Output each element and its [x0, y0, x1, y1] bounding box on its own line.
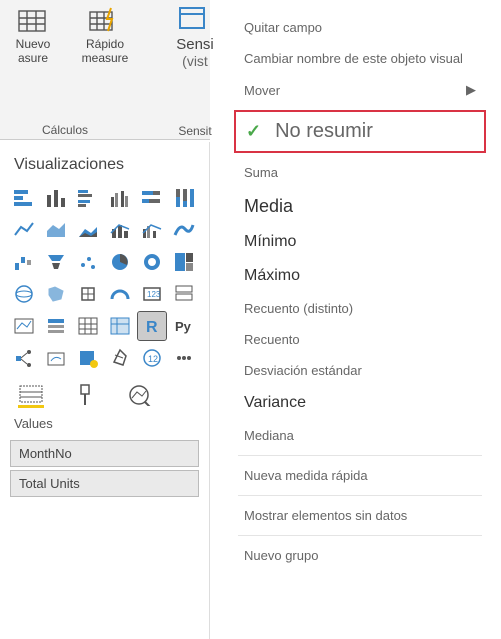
- check-icon: ✓: [246, 121, 261, 142]
- tab-fields[interactable]: [18, 386, 44, 408]
- menu-separator: [238, 495, 482, 496]
- quick-measure-label: Rápido: [86, 38, 124, 51]
- viz-100-bar-icon[interactable]: [138, 184, 166, 212]
- viz-decomposition-icon[interactable]: [42, 344, 70, 372]
- menu-separator: [238, 535, 482, 536]
- menu-variance[interactable]: Variance: [226, 386, 494, 420]
- viz-clustered-bar-icon[interactable]: [74, 184, 102, 212]
- viz-line-icon[interactable]: [10, 216, 38, 244]
- svg-text:R: R: [146, 319, 158, 336]
- grid-bolt-icon: [88, 6, 122, 36]
- viz-stacked-bar-icon[interactable]: [10, 184, 38, 212]
- viz-donut-icon[interactable]: [138, 248, 166, 276]
- menu-move[interactable]: Mover ▶: [226, 74, 494, 106]
- viz-arcgis-icon[interactable]: 12: [138, 344, 166, 372]
- tab-format[interactable]: [72, 386, 98, 408]
- quick-measure-sub: measure: [82, 51, 129, 65]
- menu-maximum[interactable]: Máximo: [226, 259, 494, 293]
- new-measure-button[interactable]: Nuevo asure: [4, 6, 62, 65]
- viz-kpi-icon[interactable]: [10, 312, 38, 340]
- menu-new-quick-measure[interactable]: Nueva medida rápida: [226, 460, 494, 491]
- sensitivity-sub: (vist: [182, 53, 208, 69]
- viz-title: Visualizaciones: [0, 142, 209, 184]
- viz-pie-icon[interactable]: [106, 248, 134, 276]
- menu-show-items-no-data[interactable]: Mostrar elementos sin datos: [226, 500, 494, 531]
- viz-type-grid: 123 R Py 12: [0, 184, 209, 372]
- quick-measure-button[interactable]: Rápido measure: [76, 6, 134, 65]
- viz-line-clustered-icon[interactable]: [138, 216, 166, 244]
- viz-line-column-icon[interactable]: [106, 216, 134, 244]
- viz-treemap-icon[interactable]: [170, 248, 198, 276]
- menu-count-distinct[interactable]: Recuento (distinto): [226, 293, 494, 324]
- viz-multirow-card-icon[interactable]: [170, 280, 198, 308]
- field-well-totalunits[interactable]: Total Units: [10, 470, 199, 497]
- sensitivity-icon: [178, 4, 212, 34]
- viz-stacked-column-icon[interactable]: [42, 184, 70, 212]
- field-well-monthno[interactable]: MonthNo: [10, 440, 199, 467]
- viz-pane: Visualizaciones 123 R Py: [0, 142, 210, 639]
- ribbon: Nuevo asure Rápido measure Cálculos Sens…: [0, 0, 210, 140]
- viz-waterfall-icon[interactable]: [10, 248, 38, 276]
- chevron-right-icon: ▶: [466, 82, 476, 98]
- menu-remove-field[interactable]: Quitar campo: [226, 12, 494, 43]
- viz-qa-icon[interactable]: [74, 344, 102, 372]
- dont-summarize-label: No resumir: [275, 120, 373, 143]
- new-measure-sub: asure: [18, 51, 48, 65]
- field-label: MonthNo: [19, 446, 72, 461]
- viz-get-more-icon[interactable]: [170, 344, 198, 372]
- viz-shape-map-icon[interactable]: [74, 280, 102, 308]
- viz-r-script-icon[interactable]: R: [138, 312, 166, 340]
- menu-dont-summarize[interactable]: ✓ No resumir: [234, 110, 486, 153]
- menu-new-group[interactable]: Nuevo grupo: [226, 540, 494, 571]
- menu-count[interactable]: Recuento: [226, 324, 494, 355]
- svg-text:12: 12: [148, 354, 158, 364]
- viz-paginated-icon[interactable]: [106, 344, 134, 372]
- field-label: Total Units: [19, 476, 80, 491]
- grid-icon: [16, 6, 50, 36]
- viz-area-icon[interactable]: [42, 216, 70, 244]
- viz-key-influencers-icon[interactable]: [10, 344, 38, 372]
- viz-table-icon[interactable]: [74, 312, 102, 340]
- viz-filled-map-icon[interactable]: [42, 280, 70, 308]
- viz-clustered-column-icon[interactable]: [106, 184, 134, 212]
- menu-stdev[interactable]: Desviación estándar: [226, 355, 494, 386]
- viz-python-icon[interactable]: Py: [170, 312, 198, 340]
- viz-format-tabs: [0, 372, 209, 410]
- menu-sum[interactable]: Suma: [226, 157, 494, 188]
- sensitivity-group: Sensit: [178, 124, 211, 138]
- field-context-menu: Quitar campo Cambiar nombre de este obje…: [226, 6, 494, 579]
- menu-separator: [238, 455, 482, 456]
- tab-analytics[interactable]: [126, 386, 152, 408]
- svg-text:Py: Py: [175, 319, 192, 334]
- viz-funnel-icon[interactable]: [42, 248, 70, 276]
- viz-100-column-icon[interactable]: [170, 184, 198, 212]
- menu-median[interactable]: Mediana: [226, 420, 494, 451]
- viz-gauge-icon[interactable]: [106, 280, 134, 308]
- sensitivity-label: Sensi: [176, 36, 214, 53]
- menu-average[interactable]: Media: [226, 188, 494, 225]
- viz-card-icon[interactable]: 123: [138, 280, 166, 308]
- viz-matrix-icon[interactable]: [106, 312, 134, 340]
- ribbon-group-calcs: Cálculos: [0, 123, 130, 137]
- viz-scatter-icon[interactable]: [74, 248, 102, 276]
- viz-ribbon-icon[interactable]: [170, 216, 198, 244]
- values-section-label: Values: [0, 410, 209, 437]
- menu-minimum[interactable]: Mínimo: [226, 225, 494, 259]
- viz-slicer-icon[interactable]: [42, 312, 70, 340]
- viz-stacked-area-icon[interactable]: [74, 216, 102, 244]
- viz-map-icon[interactable]: [10, 280, 38, 308]
- new-measure-label: Nuevo: [16, 38, 51, 51]
- svg-text:123: 123: [147, 290, 161, 299]
- menu-rename-visual[interactable]: Cambiar nombre de este objeto visual: [226, 43, 494, 74]
